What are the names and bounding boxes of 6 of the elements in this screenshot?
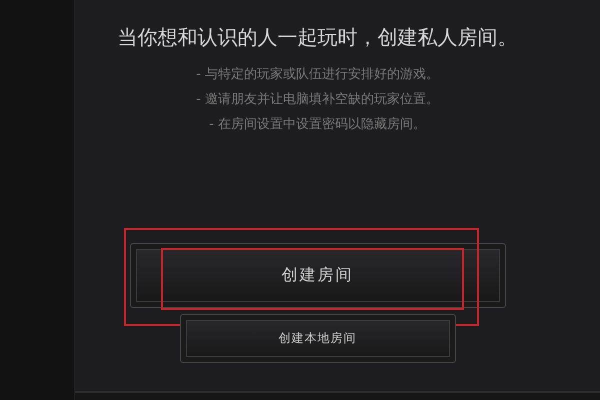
- heading: 当你想和认识的人一起玩时，创建私人房间。: [118, 24, 518, 51]
- bullet-text: - 与特定的玩家或队伍进行安排好的游戏。: [196, 66, 439, 83]
- bullet-text: - 在房间设置中设置密码以隐藏房间。: [209, 116, 426, 133]
- bullet-text: - 邀请朋友并让电脑填补空缺的玩家位置。: [196, 91, 439, 108]
- create-room-button[interactable]: 创建房间: [130, 243, 506, 308]
- create-local-room-button[interactable]: 创建本地房间: [180, 314, 456, 363]
